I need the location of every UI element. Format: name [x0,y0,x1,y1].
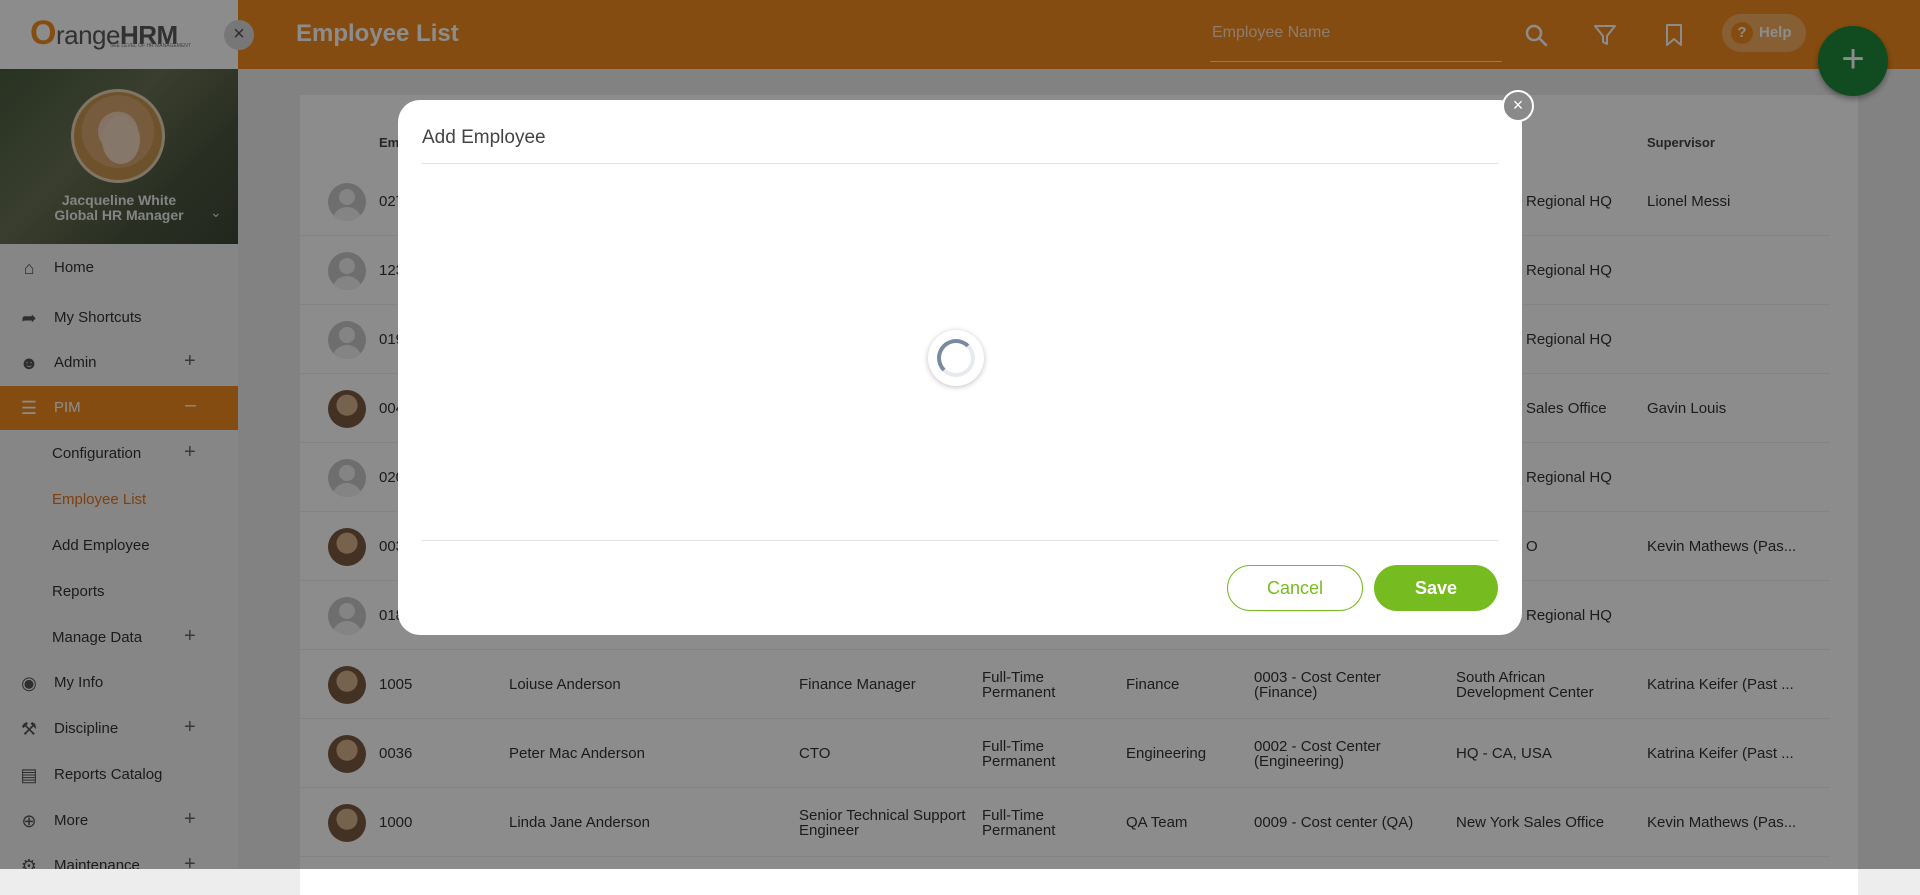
add-employee-modal: Add Employee Cancel Save [398,100,1522,635]
loading-spinner-icon [928,330,984,386]
divider [422,540,1498,541]
divider [422,163,1498,164]
modal-title: Add Employee [422,127,546,148]
close-modal-icon[interactable]: × [1502,90,1534,122]
save-button[interactable]: Save [1374,565,1498,611]
cancel-button[interactable]: Cancel [1227,565,1363,611]
